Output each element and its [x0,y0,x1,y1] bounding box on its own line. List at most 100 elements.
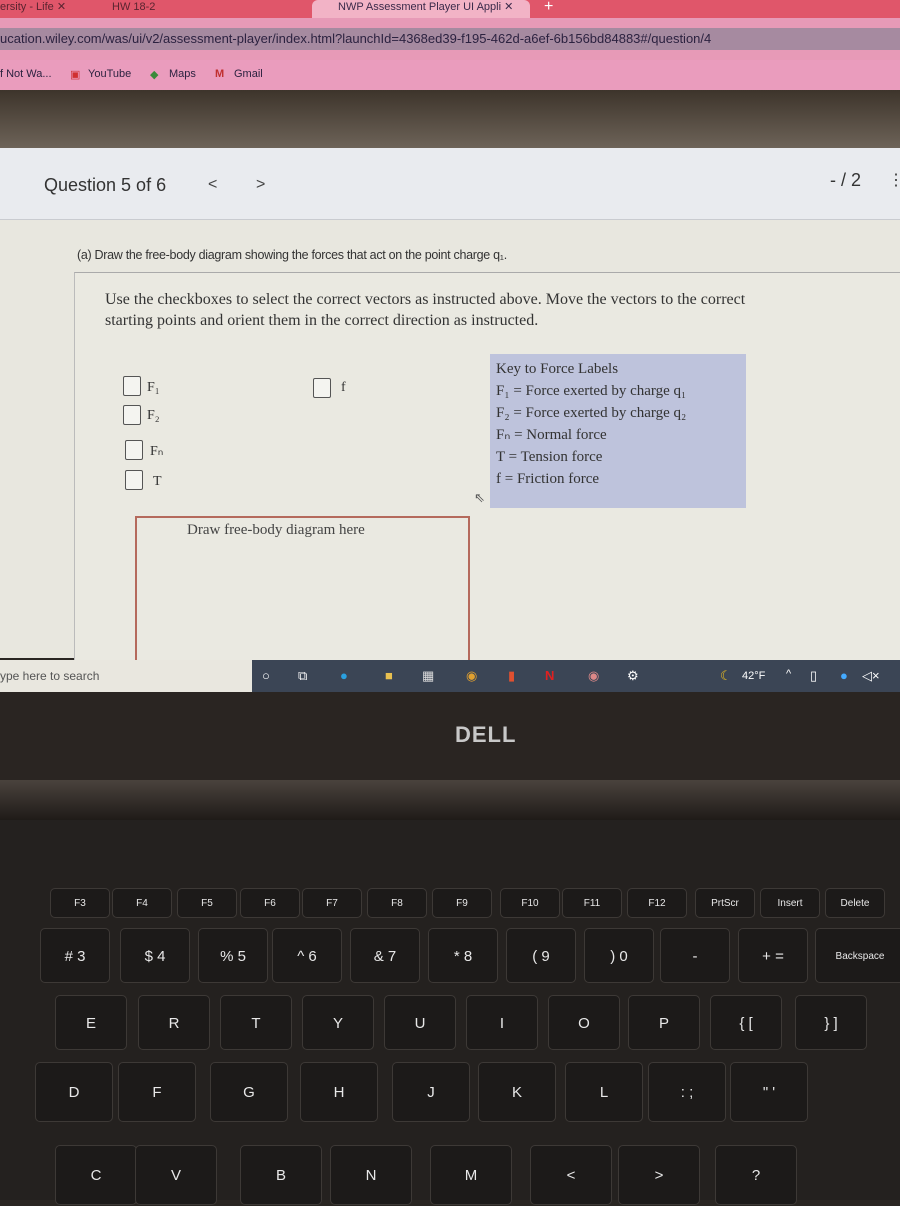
key[interactable]: I [466,995,538,1050]
file-explorer-icon[interactable]: ■ [385,668,393,683]
key[interactable]: ^ 6 [272,928,342,983]
url-input[interactable]: ucation.wiley.com/was/ui/v2/assessment-p… [0,28,900,50]
key[interactable]: T [220,995,292,1050]
key[interactable]: F9 [432,888,492,918]
new-tab-icon[interactable]: + [544,0,553,18]
key[interactable]: B [240,1145,322,1205]
device-icon[interactable]: ▯ [810,668,817,684]
checkbox-label: F₁ [147,380,160,395]
key[interactable]: F11 [562,888,622,918]
chrome-icon[interactable]: ◉ [466,668,477,684]
cortana-icon[interactable]: ○ [262,668,270,683]
next-question-button[interactable]: > [256,176,265,194]
netflix-icon[interactable]: N [545,668,554,683]
score: - / 2 [830,170,862,190]
key[interactable]: H [300,1062,378,1122]
key[interactable]: N [330,1145,412,1205]
key[interactable]: P [628,995,700,1050]
tray-chevron-icon[interactable]: ^ [786,668,791,680]
prev-question-button[interactable]: < [208,176,217,194]
key[interactable]: R [138,995,210,1050]
key[interactable]: J [392,1062,470,1122]
close-icon[interactable]: ✕ [504,1,513,13]
key[interactable]: { [ [710,995,782,1050]
key[interactable]: F12 [627,888,687,918]
key[interactable]: ) 0 [584,928,654,983]
tab-nwp[interactable]: NWP Assessment Player UI Appli ✕ [312,0,530,18]
key-line: F₂ = Force exerted by charge q₂ [496,405,687,421]
key[interactable]: % 5 [198,928,268,983]
key-line: Fₙ = Normal force [496,427,607,443]
key[interactable]: K [478,1062,556,1122]
bookmark-youtube[interactable]: YouTube [88,68,131,80]
checkbox-fn[interactable] [125,440,143,460]
key-title: Key to Force Labels [496,361,619,377]
key[interactable]: F5 [177,888,237,918]
key[interactable]: L [565,1062,643,1122]
key[interactable]: D [35,1062,113,1122]
office-icon[interactable]: ▮ [508,668,515,684]
key[interactable]: E [55,995,127,1050]
bookmark-maps[interactable]: Maps [169,68,196,80]
key[interactable]: Y [302,995,374,1050]
task-view-icon[interactable]: ⧉ [298,668,307,684]
weather-temp[interactable]: 42°F [742,670,765,682]
store-icon[interactable]: ▦ [422,668,434,684]
key[interactable]: ? [715,1145,797,1205]
key[interactable]: & 7 [350,928,420,983]
key[interactable]: Insert [760,888,820,918]
edge-icon[interactable]: ● [340,668,348,683]
key[interactable]: F [118,1062,196,1122]
settings-icon[interactable]: ⚙ [627,668,639,684]
key[interactable]: PrtScr [695,888,755,918]
tab-hw[interactable]: HW 18-2✕ [88,0,383,18]
key[interactable]: : ; [648,1062,726,1122]
drawing-area[interactable]: Draw free-body diagram here [135,516,470,661]
key[interactable]: G [210,1062,288,1122]
key[interactable]: - [660,928,730,983]
tab-label: ersity - Life [0,1,54,13]
chrome-profile-icon[interactable]: ◉ [588,668,599,684]
laptop-hinge [0,780,900,820]
key[interactable]: Delete [825,888,885,918]
key[interactable]: ( 9 [506,928,576,983]
key[interactable]: F8 [367,888,427,918]
key[interactable]: $ 4 [120,928,190,983]
screen-bezel-glare [0,90,900,148]
volume-muted-icon[interactable]: ◁× [862,668,880,684]
force-key: Key to Force Labels F₁ = Force exerted b… [490,354,746,508]
key[interactable]: M [430,1145,512,1205]
key[interactable]: F3 [50,888,110,918]
tab-university[interactable]: ersity - Life ✕ [0,0,82,18]
bookmark-item[interactable]: f Not Wa... [0,68,52,80]
key[interactable]: > [618,1145,700,1205]
taskbar-search[interactable]: ype here to search [0,660,252,692]
key[interactable]: Backspace [815,928,900,983]
key[interactable]: F10 [500,888,560,918]
checkbox-f1[interactable] [123,376,141,396]
key[interactable]: O [548,995,620,1050]
key[interactable]: V [135,1145,217,1205]
key[interactable]: C [55,1145,137,1205]
more-icon[interactable]: ⋮ [888,170,900,190]
key[interactable]: * 8 [428,928,498,983]
bluetooth-icon[interactable]: ● [840,668,848,683]
browser-tab-bar: ersity - Life ✕ HW 18-2✕ NWP Assessment … [0,0,900,18]
checkbox-f2[interactable] [123,405,141,425]
question-prompt: (a) Draw the free-body diagram showing t… [77,248,507,262]
key[interactable]: < [530,1145,612,1205]
checkbox-t[interactable] [125,470,143,490]
key[interactable]: + = [738,928,808,983]
checkbox-friction[interactable] [313,378,331,398]
bookmark-gmail[interactable]: Gmail [234,68,263,80]
key[interactable]: # 3 [40,928,110,983]
question-counter: Question 5 of 6 [44,175,167,195]
key[interactable]: F7 [302,888,362,918]
key[interactable]: " ' [730,1062,808,1122]
key[interactable]: F6 [240,888,300,918]
key[interactable]: U [384,995,456,1050]
key[interactable]: F4 [112,888,172,918]
address-bar-area: ucation.wiley.com/was/ui/v2/assessment-p… [0,18,900,60]
close-icon[interactable]: ✕ [57,1,66,13]
key[interactable]: } ] [795,995,867,1050]
